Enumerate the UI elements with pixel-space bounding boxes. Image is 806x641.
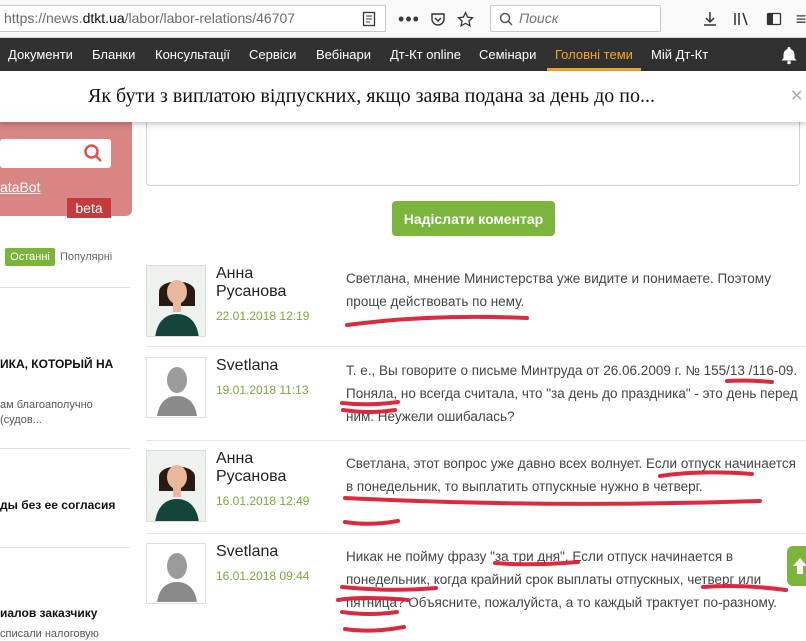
menu-icon[interactable]: ≡ — [790, 8, 806, 30]
scroll-to-top-button[interactable] — [787, 546, 806, 586]
page-actions-icon[interactable]: ••• — [398, 8, 420, 30]
sidebar-news-excerpt: списали налоговую — [0, 628, 99, 640]
download-icon[interactable] — [699, 8, 721, 30]
tab-latest[interactable]: Останні — [5, 248, 55, 266]
notifications-bell-icon[interactable] — [779, 45, 799, 65]
nav-item-dtkt-online[interactable]: Дт-Кт online — [390, 38, 461, 71]
sidebar-search-field[interactable] — [0, 139, 111, 168]
sidebar-news-title[interactable]: иалов заказчику — [0, 606, 97, 620]
search-icon — [499, 12, 513, 26]
comment-author: Svetlana — [216, 543, 279, 560]
sidebar-news-title[interactable]: ИКА, КОТОРЫЙ НА — [0, 357, 113, 371]
browser-toolbar: https://news.dtkt.ua/labor/labor-relatio… — [0, 0, 806, 38]
arrow-up-icon — [793, 558, 806, 574]
comment-date: 16.01.2018 09:44 — [216, 569, 310, 583]
comment-date: 22.01.2018 12:19 — [216, 309, 310, 323]
bookmark-star-icon[interactable] — [454, 8, 476, 30]
url-bar[interactable]: https://news.dtkt.ua/labor/labor-relatio… — [0, 5, 386, 32]
sidebar-search-icon[interactable] — [83, 143, 103, 163]
close-icon[interactable]: ✕ — [790, 86, 803, 106]
submit-comment-button[interactable]: Надіслати коментар — [392, 201, 555, 236]
sidebar-divider — [0, 448, 130, 449]
article-title-popup: Як бути з виплатою відпускних, якщо заяв… — [0, 71, 806, 122]
article-title: Як бути з виплатою відпускних, якщо заяв… — [88, 85, 655, 107]
comment-text: Т. е., Вы говорите о письме Минтруда от … — [346, 363, 798, 424]
sidebar-databot-link[interactable]: ataBot — [0, 179, 40, 195]
author-last-name: Русанова — [216, 468, 287, 485]
nav-item-main-topics[interactable]: Головні теми — [547, 38, 641, 71]
comment-author: Анна Русанова — [216, 265, 286, 301]
sidebar-toggle-icon[interactable] — [763, 8, 785, 30]
avatar-photo — [146, 265, 206, 337]
pocket-icon[interactable] — [427, 8, 449, 30]
comment-text: Светлана, мнение Министерства уже видите… — [346, 271, 771, 309]
nav-item-services[interactable]: Сервіси — [249, 38, 296, 71]
nav-item-webinars[interactable]: Вебінари — [316, 38, 371, 71]
comment-date: 16.01.2018 12:49 — [216, 494, 310, 508]
avatar-photo — [146, 450, 206, 522]
author-last-name: Русанова — [216, 283, 287, 300]
nav-item-consultations[interactable]: Консультації — [155, 38, 230, 71]
comment-divider — [146, 533, 806, 534]
nav-item-forms[interactable]: Бланки — [92, 38, 135, 71]
url-path: /labor/labor-relations/46707 — [124, 10, 296, 26]
url-prefix: https://news. — [4, 10, 83, 26]
nav-item-documents[interactable]: Документи — [8, 38, 73, 71]
reader-view-icon[interactable] — [358, 8, 380, 30]
nav-item-seminars[interactable]: Семінари — [479, 38, 536, 71]
sidebar-news-excerpt: ам благоаполучно — [0, 399, 93, 411]
comment-text: Никак не пойму фразу "за три дня". Если … — [346, 549, 778, 610]
author-first-name: Анна — [216, 450, 254, 467]
comment-author: Анна Русанова — [216, 450, 286, 486]
sidebar-divider — [0, 287, 130, 288]
sidebar-news-excerpt: (судов... — [0, 414, 42, 426]
sidebar-divider — [0, 547, 130, 548]
comment-text: Светлана, этот вопрос уже давно всех вол… — [346, 456, 796, 494]
nav-item-my-dtkt[interactable]: Мій Дт-Кт — [651, 38, 708, 71]
sidebar-news-title[interactable]: ды без ее согласия — [0, 498, 115, 512]
tab-popular[interactable]: Популярні — [60, 248, 112, 266]
beta-badge: beta — [67, 198, 111, 218]
avatar-placeholder — [146, 543, 206, 604]
browser-search-input[interactable] — [519, 10, 654, 26]
site-navbar: Документи Бланки Консультації Сервіси Ве… — [0, 38, 806, 71]
comment-author: Svetlana — [216, 357, 279, 374]
author-first-name: Анна — [216, 265, 254, 282]
comment-divider — [146, 346, 806, 347]
url-domain: dtkt.ua — [82, 10, 125, 26]
browser-search-box[interactable] — [490, 5, 661, 32]
comment-divider — [146, 440, 806, 441]
avatar-placeholder — [146, 357, 206, 418]
comment-date: 19.01.2018 11:13 — [216, 383, 309, 397]
library-icon[interactable] — [731, 8, 753, 30]
